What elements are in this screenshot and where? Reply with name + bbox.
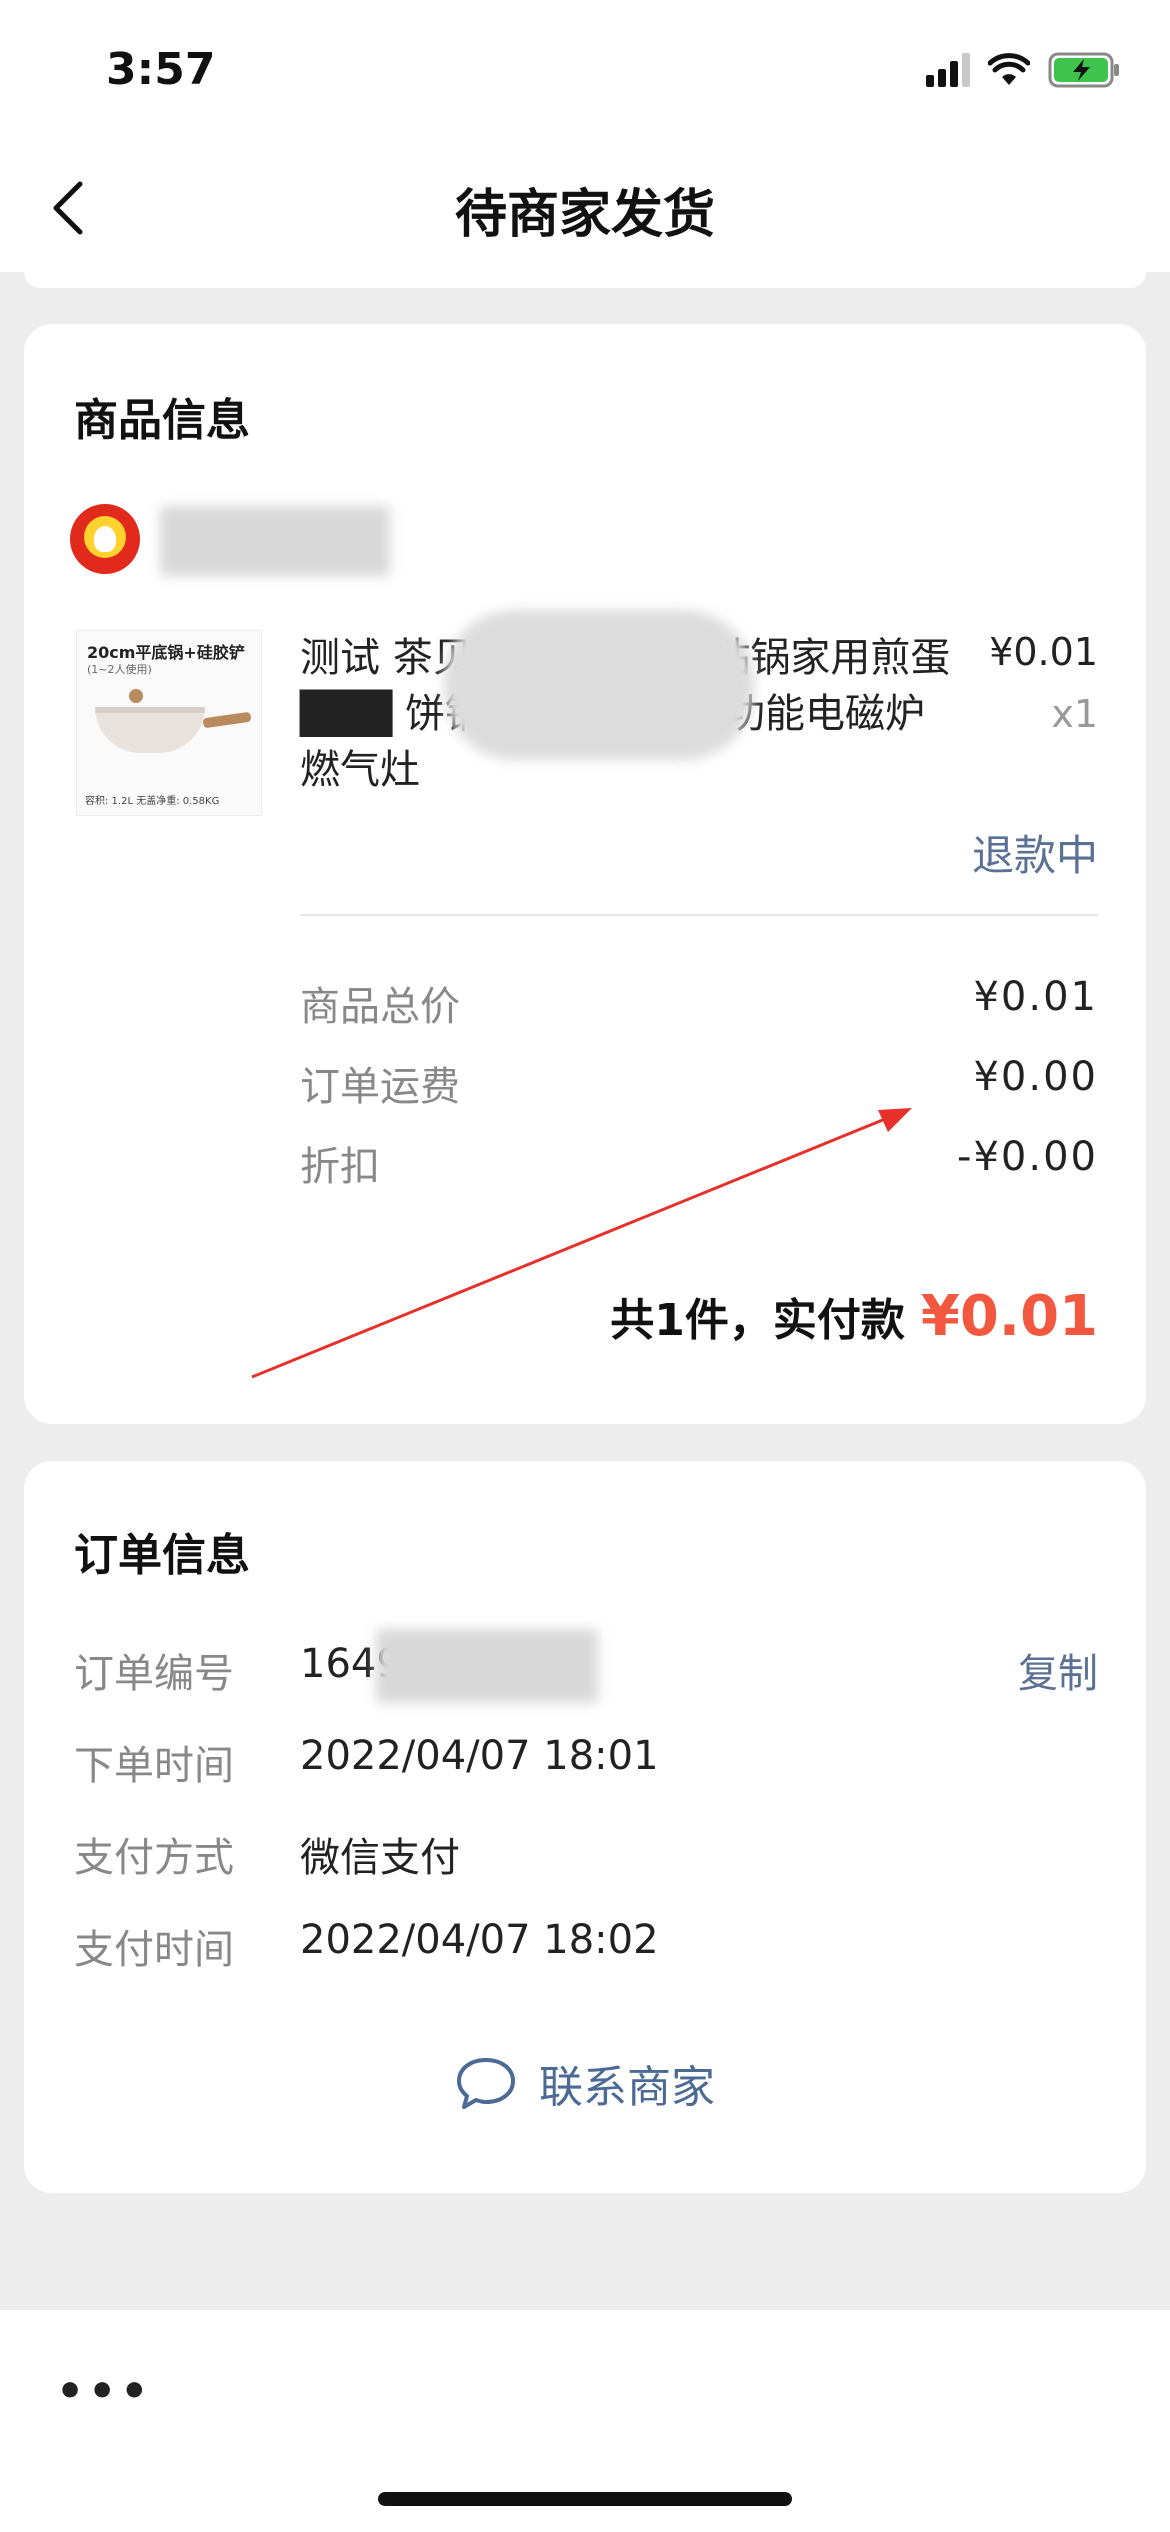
- page-title: 待商家发货: [454, 185, 715, 245]
- fee-row-discount: 折扣 -¥0.00: [300, 1134, 1098, 1190]
- order-section-title: 订单信息: [74, 1530, 250, 1581]
- shop-name-redacted: [160, 506, 390, 576]
- order-number-redacted: [376, 1629, 598, 1703]
- order-info-card: 订单信息 订单编号 1649 411000 复制 下单时间 2022/04/07…: [24, 1461, 1146, 2193]
- product-thumbnail[interactable]: 20cm平底锅+硅胶铲 (1~2人使用) 容积: 1.2L 无盖净重: 0.58…: [76, 630, 262, 816]
- fee-row-subtotal: 商品总价 ¥0.01: [300, 974, 1098, 1030]
- previous-card-edge: [24, 272, 1146, 288]
- bottom-bar: •••: [0, 2310, 1170, 2532]
- total-payment: 共1件，实付款 ¥0.01: [610, 1284, 1098, 1349]
- chat-bubble-icon: [457, 2058, 515, 2109]
- wifi-icon: [988, 53, 1030, 85]
- home-indicator: [378, 2492, 792, 2506]
- status-icons: [926, 52, 1122, 88]
- total-label: 共1件，实付款: [610, 1295, 905, 1346]
- battery-charging-icon: [1048, 52, 1119, 88]
- product-name-redacted: [444, 610, 754, 760]
- product-price: ¥0.01: [989, 630, 1098, 674]
- top-header: 3:57 待商家发货: [0, 0, 1170, 272]
- goods-info-card: 商品信息 20cm平底锅+硅胶铲 (1~2人使用) 容积: 1.2L 无盖净重:…: [24, 324, 1146, 1424]
- product-quantity: x1: [1051, 692, 1098, 736]
- shop-avatar[interactable]: [70, 504, 140, 574]
- contact-merchant-button[interactable]: 联系商家: [24, 2051, 1146, 2115]
- more-options-icon[interactable]: •••: [56, 2366, 152, 2417]
- cellular-signal-icon: [926, 53, 970, 87]
- total-amount: ¥0.01: [920, 1284, 1098, 1349]
- refund-status-link[interactable]: 退款中: [972, 822, 1098, 883]
- fee-row-shipping: 订单运费 ¥0.00: [300, 1054, 1098, 1110]
- contact-merchant-label: 联系商家: [539, 2062, 715, 2113]
- copy-button[interactable]: 复制: [1018, 1641, 1098, 1699]
- divider: [300, 914, 1098, 916]
- status-time: 3:57: [106, 44, 216, 95]
- goods-section-title: 商品信息: [74, 395, 250, 446]
